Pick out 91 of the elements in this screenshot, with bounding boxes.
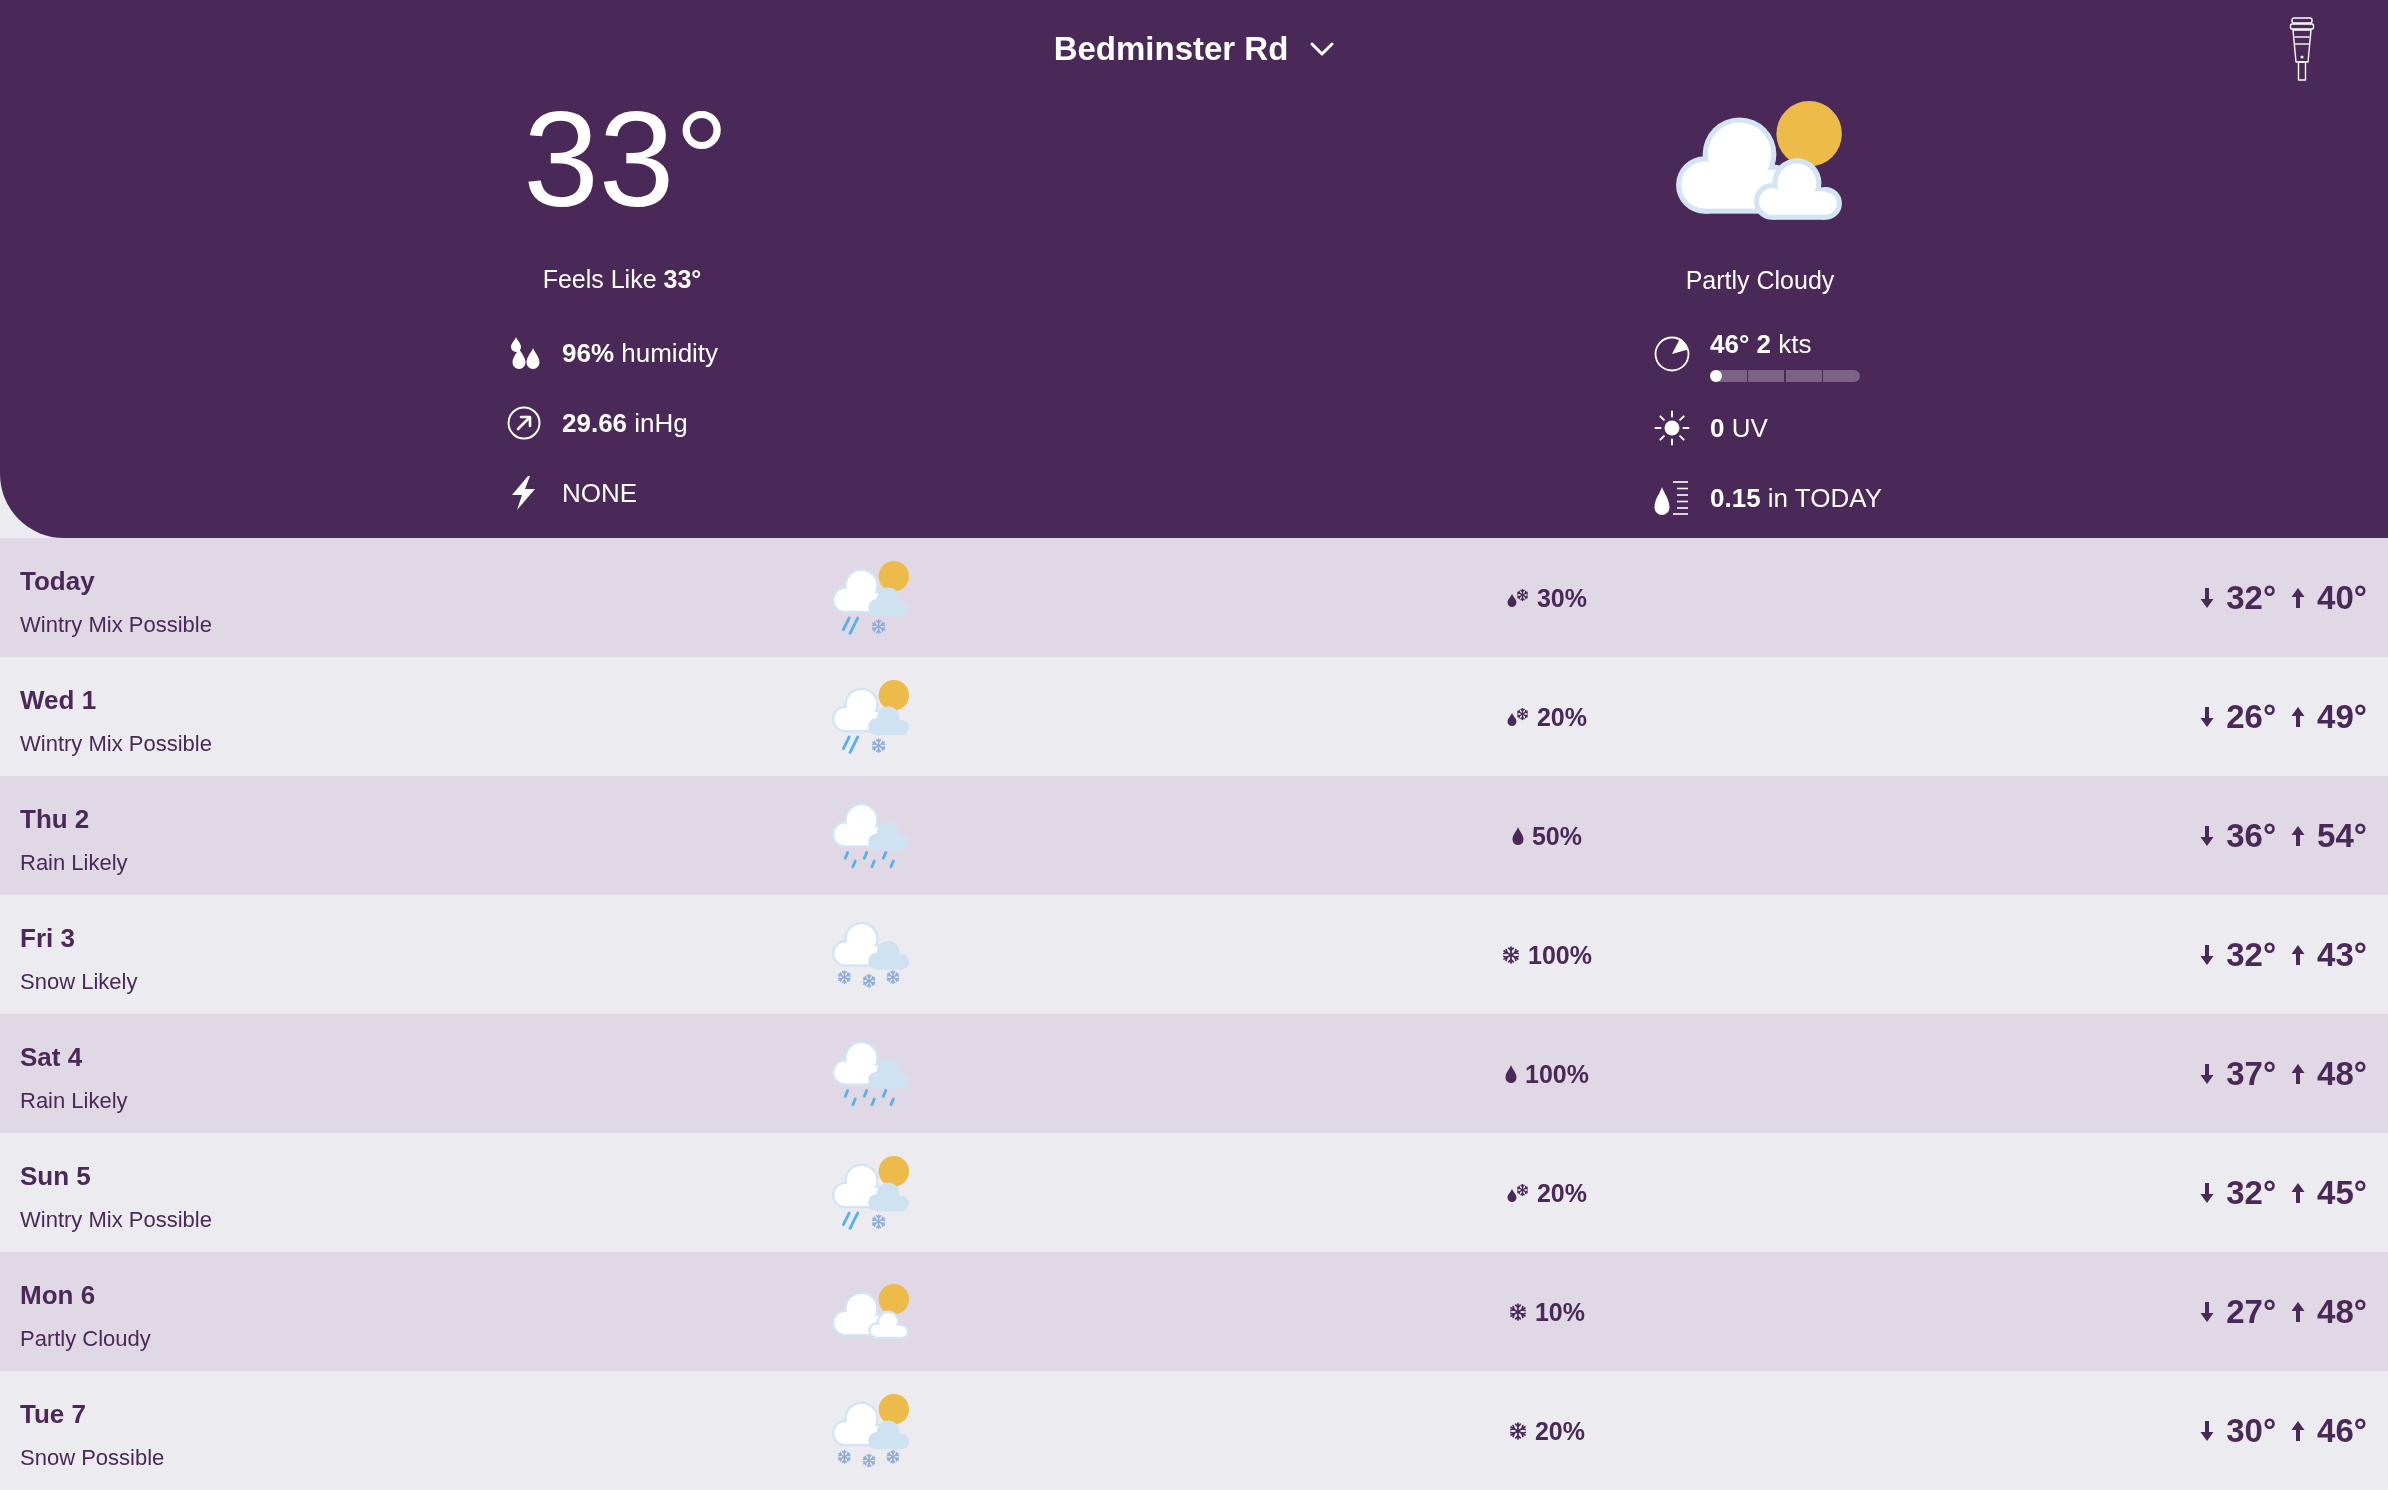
snowflake-icon [1502, 945, 1520, 964]
sun-cloud-rain-snow-icon [831, 678, 911, 755]
high-temp: 40° [2317, 577, 2367, 618]
day-name: Tue 7 [20, 1399, 86, 1429]
arrow-down-icon [2200, 1063, 2215, 1084]
drop-icon [1511, 826, 1524, 845]
rainfall-reading: 0.15 in TODAY [1710, 481, 1882, 515]
condition-label: Partly Cloudy [1685, 264, 1835, 296]
high-temp: 46° [2317, 1410, 2367, 1451]
droplet-gauge-icon [1654, 479, 1690, 516]
arrow-up-icon [2291, 1063, 2306, 1084]
precip-chance: 20% [1534, 1415, 1585, 1446]
forecast-row[interactable]: Thu 2 Rain Likely 50% 36° 54° [0, 776, 2388, 895]
feels-like: Feels Like 33° [542, 264, 702, 295]
precip-chance: 50% [1531, 820, 1582, 851]
low-temp: 27° [2226, 1291, 2277, 1332]
high-temp: 48° [2317, 1291, 2367, 1332]
precip-chance: 20% [1536, 701, 1587, 732]
arrow-down-icon [2200, 944, 2215, 965]
day-name: Sat 4 [20, 1042, 83, 1072]
low-temp: 36° [2226, 815, 2277, 856]
day-name: Fri 3 [20, 923, 75, 953]
drop-icon [1505, 1064, 1517, 1083]
arrow-up-icon [2291, 1420, 2306, 1441]
cloud-rain-icon [831, 801, 911, 870]
day-name: Thu 2 [20, 804, 90, 834]
low-temp: 30° [2226, 1410, 2277, 1451]
location-selector[interactable]: Bedminster Rd [1047, 26, 1341, 72]
high-temp: 45° [2317, 1172, 2367, 1213]
high-temp: 54° [2317, 815, 2367, 856]
drop-snowflake-icon [1506, 588, 1529, 607]
drop-snowflake-icon [1506, 1183, 1529, 1202]
forecast-summary: Wintry Mix Possible [20, 1206, 212, 1234]
forecast-row[interactable]: Sat 4 Rain Likely 100% 37° 48° [0, 1014, 2388, 1133]
lightning-reading: NONE [562, 477, 638, 510]
low-temp: 26° [2226, 696, 2277, 737]
sun-icon [1654, 409, 1690, 446]
precip-chance: 30% [1536, 582, 1587, 613]
high-temp: 43° [2317, 934, 2367, 975]
arrow-down-icon [2200, 706, 2215, 727]
pressure-reading: 29.66 inHg [562, 407, 688, 440]
drop-snowflake-icon [1506, 707, 1529, 726]
cloud-snow-icon [831, 920, 911, 989]
day-name: Wed 1 [20, 685, 97, 715]
forecast-summary: Wintry Mix Possible [20, 611, 212, 639]
weather-station-icon[interactable] [2288, 17, 2316, 81]
uv-reading: 0 UV [1710, 411, 1768, 445]
high-temp: 49° [2317, 696, 2367, 737]
arrow-up-icon [2291, 944, 2306, 965]
arrow-down-icon [2200, 1182, 2215, 1203]
cloud-rain-icon [831, 1039, 911, 1108]
precip-chance: 20% [1536, 1177, 1587, 1208]
forecast-summary: Snow Likely [20, 968, 138, 996]
arrow-up-icon [2291, 706, 2306, 727]
day-name: Sun 5 [20, 1161, 91, 1191]
forecast-row[interactable]: Mon 6 Partly Cloudy 10% 27° 48° [0, 1252, 2388, 1371]
precip-chance: 100% [1528, 939, 1592, 970]
forecast-row[interactable]: Today Wintry Mix Possible 30% 32° 40° [0, 538, 2388, 657]
sun-cloud-snow-icon [831, 1392, 911, 1469]
sun-cloud-icon [831, 1282, 911, 1341]
snowflake-icon [1508, 1421, 1527, 1440]
chevron-down-icon [1310, 42, 1335, 56]
high-temp: 48° [2317, 1053, 2367, 1094]
humidity-reading: 96% humidity [562, 337, 719, 370]
forecast-summary: Partly Cloudy [20, 1325, 151, 1353]
sun-cloud-rain-snow-icon [831, 1154, 911, 1231]
day-name: Today [20, 566, 95, 596]
low-temp: 32° [2226, 1172, 2277, 1213]
wind-reading: 46° 2 kts [1710, 327, 1813, 361]
arrow-down-icon [2200, 587, 2215, 608]
forecast-summary: Rain Likely [20, 849, 128, 877]
precip-chance: 10% [1534, 1296, 1585, 1327]
precip-chance: 100% [1525, 1058, 1589, 1089]
low-temp: 32° [2226, 577, 2277, 618]
sun-cloud-rain-snow-icon [831, 559, 911, 636]
arrow-down-icon [2200, 1301, 2215, 1322]
arrow-up-icon [2291, 587, 2306, 608]
low-temp: 37° [2226, 1053, 2277, 1094]
arrow-up-icon [2291, 1301, 2306, 1322]
low-temp: 32° [2226, 934, 2277, 975]
forecast-summary: Snow Possible [20, 1444, 165, 1472]
snowflake-icon [1508, 1302, 1527, 1321]
arrow-up-icon [2291, 825, 2306, 846]
arrow-down-icon [2200, 1420, 2215, 1441]
arrow-up-icon [2291, 1182, 2306, 1203]
forecast-summary: Wintry Mix Possible [20, 730, 212, 758]
pie-dial-icon [1654, 335, 1690, 372]
current-temperature: 33° [522, 91, 729, 227]
forecast-summary: Rain Likely [20, 1087, 128, 1115]
arrow-down-icon [2200, 825, 2215, 846]
day-name: Mon 6 [20, 1280, 96, 1310]
